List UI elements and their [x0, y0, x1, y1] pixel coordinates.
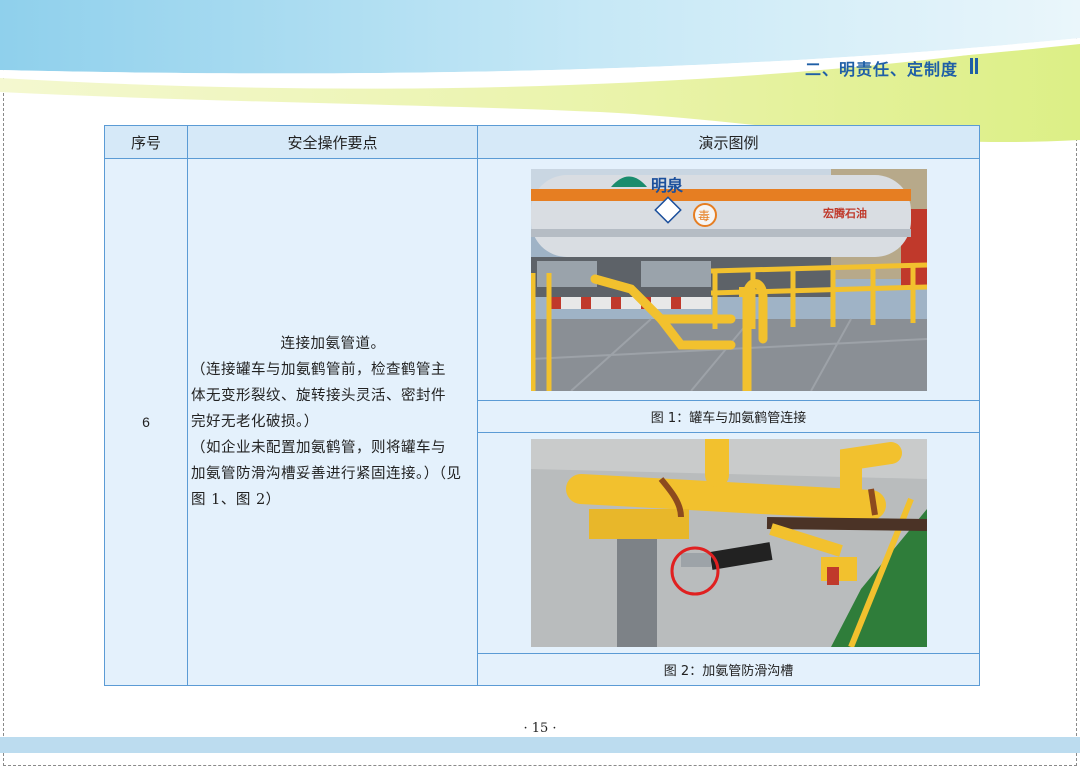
figure1-caption: 图 1：罐车与加氨鹤管连接	[477, 400, 980, 433]
page-number: · 15 ·	[523, 721, 557, 736]
header-demo: 演示图例	[477, 125, 980, 159]
points-line: 图 1、图 2）	[191, 492, 281, 508]
table-header-row: 序号 安全操作要点 演示图例	[104, 125, 980, 159]
pipe-groove-photo	[530, 439, 927, 647]
hazard-text: 毒	[698, 209, 710, 223]
row-number: 6	[104, 158, 188, 686]
points-line: （连接罐车与加氨鹤管前，检查鹤管主	[191, 362, 446, 378]
tanker-photo: 明泉 毒 宏腾石油	[530, 168, 927, 391]
points-line: 完好无老化破损。）	[191, 414, 319, 430]
figure2-caption: 图 2：加氨管防滑沟槽	[477, 653, 980, 686]
tank-logo-text: 明泉	[651, 176, 684, 195]
safety-operation-table: 序号 安全操作要点 演示图例 6 连接加氨管道。 （连接罐车与加氨鹤管前，检查鹤…	[104, 125, 980, 686]
section-title: 二、明责任、定制度	[804, 60, 958, 79]
header-points: 安全操作要点	[187, 125, 478, 159]
points-title: 连接加氨管道。	[280, 336, 386, 352]
points-line: 体无变形裂纹、旋转接头灵活、密封件	[191, 388, 446, 404]
points-line: 加氨管防滑沟槽妥善进行紧固连接。）（见	[191, 466, 462, 482]
points-line: （如企业未配置加氨鹤管，则将罐车与	[191, 440, 446, 456]
operation-points: 连接加氨管道。 （连接罐车与加氨鹤管前，检查鹤管主 体无变形裂纹、旋转接头灵活、…	[187, 158, 478, 686]
section-mark	[970, 58, 978, 74]
header-no: 序号	[104, 125, 188, 159]
table-row: 6 连接加氨管道。 （连接罐车与加氨鹤管前，检查鹤管主 体无变形裂纹、旋转接头灵…	[104, 158, 980, 686]
figure2-cell	[477, 432, 980, 654]
footer-band	[0, 737, 1080, 753]
figure1-cell: 明泉 毒 宏腾石油	[477, 158, 980, 401]
company-text: 宏腾石油	[823, 206, 867, 220]
